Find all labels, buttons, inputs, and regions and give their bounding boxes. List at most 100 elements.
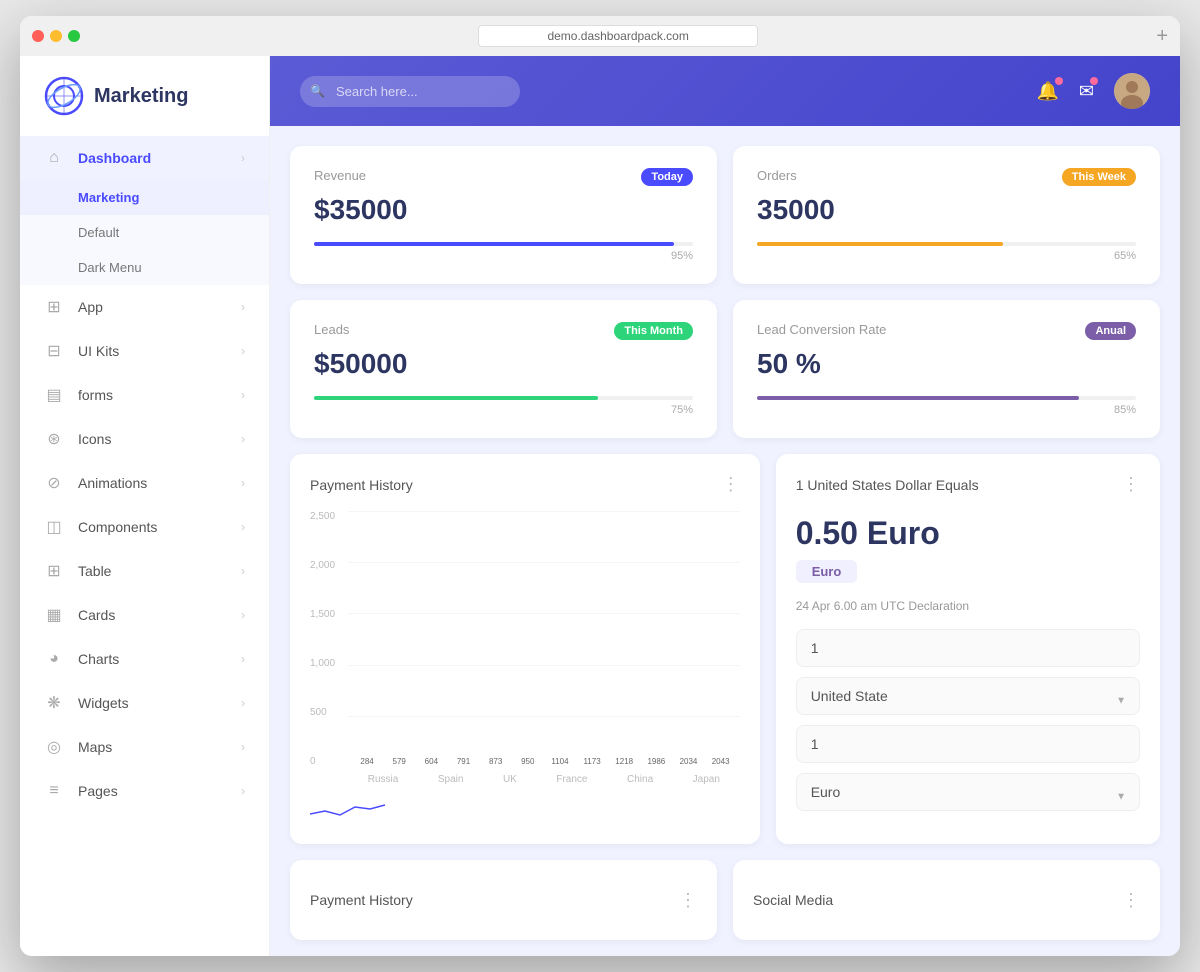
sidebar-item-cards[interactable]: ▦ Cards ›	[20, 593, 269, 637]
close-button[interactable]	[32, 30, 44, 42]
animations-label: Animations	[78, 475, 241, 491]
bottom-social-media-card: Social Media ⋮	[733, 860, 1160, 940]
maps-icon: ◎	[44, 737, 64, 757]
ui-kits-label: UI Kits	[78, 343, 241, 359]
bottom-social-title: Social Media	[753, 892, 833, 908]
app-window: demo.dashboardpack.com + Marketing	[20, 16, 1180, 956]
cards-label: Cards	[78, 607, 241, 623]
chevron-right-icon: ›	[241, 740, 245, 754]
currency-from-select[interactable]: United State United Kingdom Europe	[796, 677, 1140, 715]
submenu-default[interactable]: Default	[20, 215, 269, 250]
bar-group-uk-1: 791	[448, 757, 478, 767]
forms-icon: ▤	[44, 385, 64, 405]
logo-text: Marketing	[94, 85, 188, 108]
currency-card-header: 1 United States Dollar Equals ⋮	[796, 474, 1140, 495]
chevron-right-icon: ›	[241, 564, 245, 578]
x-label-china: China	[627, 774, 653, 785]
icons-icon: ⊛	[44, 429, 64, 449]
revenue-progress-fill	[314, 242, 674, 246]
y-axis: 2,500 2,000 1,500 1,000 500 0	[310, 511, 346, 767]
user-avatar[interactable]	[1114, 73, 1150, 109]
submenu-marketing[interactable]: Marketing	[20, 180, 269, 215]
y-label-1000: 1,000	[310, 658, 346, 669]
bar-group-japan-2: 2043	[706, 757, 736, 767]
currency-type-badge: Euro	[796, 560, 858, 583]
icons-label: Icons	[78, 431, 241, 447]
currency-date: 24 Apr 6.00 am UTC Declaration	[796, 599, 1140, 613]
table-icon: ⊞	[44, 561, 64, 581]
payment-history-more-button[interactable]: ⋮	[722, 474, 740, 495]
sidebar-item-pages[interactable]: ≡ Pages ›	[20, 769, 269, 813]
currency-title: 1 United States Dollar Equals	[796, 477, 979, 493]
sidebar-item-ui-kits[interactable]: ⊟ UI Kits ›	[20, 329, 269, 373]
x-label-russia: Russia	[368, 774, 399, 785]
bottom-payment-history-card: Payment History ⋮	[290, 860, 717, 940]
header-right: 🔔 ✉	[1036, 73, 1150, 109]
revenue-card: Revenue Today $35000 95%	[290, 146, 717, 284]
sidebar-item-charts[interactable]: ◕ Charts ›	[20, 637, 269, 681]
sidebar-item-maps[interactable]: ◎ Maps ›	[20, 725, 269, 769]
bar-group-japan-1: 2034	[673, 757, 703, 767]
bottom-social-more-button[interactable]: ⋮	[1122, 890, 1140, 911]
chevron-right-icon: ›	[241, 520, 245, 534]
revenue-value: $35000	[314, 194, 693, 226]
revenue-progress-bar	[314, 242, 693, 246]
orders-progress-fill	[757, 242, 1003, 246]
page-content: Revenue Today $35000 95% Orders Th	[270, 126, 1180, 956]
minimize-button[interactable]	[50, 30, 62, 42]
dashboard-submenu: Marketing Default Dark Menu	[20, 180, 269, 285]
y-label-2500: 2,500	[310, 511, 346, 522]
stats-grid: Revenue Today $35000 95% Orders Th	[290, 146, 1160, 438]
forms-label: forms	[78, 387, 241, 403]
cards-icon: ▦	[44, 605, 64, 625]
sidebar-item-app[interactable]: ⊞ App ›	[20, 285, 269, 329]
components-label: Components	[78, 519, 241, 535]
sidebar-item-components[interactable]: ◫ Components ›	[20, 505, 269, 549]
sidebar-item-dashboard[interactable]: ⌂ Dashboard ›	[20, 136, 269, 180]
bar-value-791: 791	[457, 757, 470, 766]
sidebar-item-widgets[interactable]: ❋ Widgets ›	[20, 681, 269, 725]
conversion-badge: Anual	[1085, 322, 1136, 340]
conversion-progress-bar	[757, 396, 1136, 400]
home-icon: ⌂	[44, 148, 64, 168]
maps-label: Maps	[78, 739, 241, 755]
bar-group-france-2: 1104	[545, 757, 575, 767]
currency-to-select[interactable]: Euro USD GBP	[796, 773, 1140, 811]
x-label-france: France	[556, 774, 587, 785]
notification-badge	[1055, 77, 1063, 85]
orders-badge: This Week	[1062, 168, 1136, 186]
currency-to-value[interactable]	[796, 725, 1140, 763]
mail-button[interactable]: ✉	[1079, 81, 1094, 102]
charts-grid: Payment History ⋮ 2,500 2,000 1,500 1,00…	[290, 454, 1160, 844]
revenue-badge: Today	[641, 168, 693, 186]
sidebar-navigation: ⌂ Dashboard › Marketing Default Dark Men…	[20, 136, 269, 956]
dashboard-label: Dashboard	[78, 150, 241, 166]
chevron-right-icon: ›	[241, 300, 245, 314]
components-icon: ◫	[44, 517, 64, 537]
submenu-dark-menu[interactable]: Dark Menu	[20, 250, 269, 285]
chevron-right-icon: ›	[241, 696, 245, 710]
bottom-cards-row: Payment History ⋮ Social Media ⋮	[290, 860, 1160, 940]
animations-icon: ⊘	[44, 473, 64, 493]
notification-button[interactable]: 🔔	[1036, 81, 1058, 102]
chevron-right-icon: ›	[241, 344, 245, 358]
chevron-down-icon: ›	[241, 151, 245, 165]
x-label-spain: Spain	[438, 774, 464, 785]
traffic-lights	[32, 30, 80, 42]
fullscreen-button[interactable]	[68, 30, 80, 42]
sidebar-item-animations[interactable]: ⊘ Animations ›	[20, 461, 269, 505]
sidebar-item-forms[interactable]: ▤ forms ›	[20, 373, 269, 417]
bar-group-uk-2: 873	[481, 757, 511, 767]
search-input[interactable]	[300, 76, 520, 107]
add-tab-button[interactable]: +	[1156, 25, 1168, 48]
currency-from-value[interactable]	[796, 629, 1140, 667]
payment-history-title: Payment History	[310, 477, 413, 493]
sidebar-item-table[interactable]: ⊞ Table ›	[20, 549, 269, 593]
y-label-500: 500	[310, 707, 346, 718]
bottom-payment-more-button[interactable]: ⋮	[679, 890, 697, 911]
url-display[interactable]: demo.dashboardpack.com	[478, 25, 758, 47]
sidebar-item-icons[interactable]: ⊛ Icons ›	[20, 417, 269, 461]
chevron-right-icon: ›	[241, 432, 245, 446]
bars-area: 284 579 604	[348, 511, 740, 767]
currency-more-button[interactable]: ⋮	[1122, 474, 1140, 495]
